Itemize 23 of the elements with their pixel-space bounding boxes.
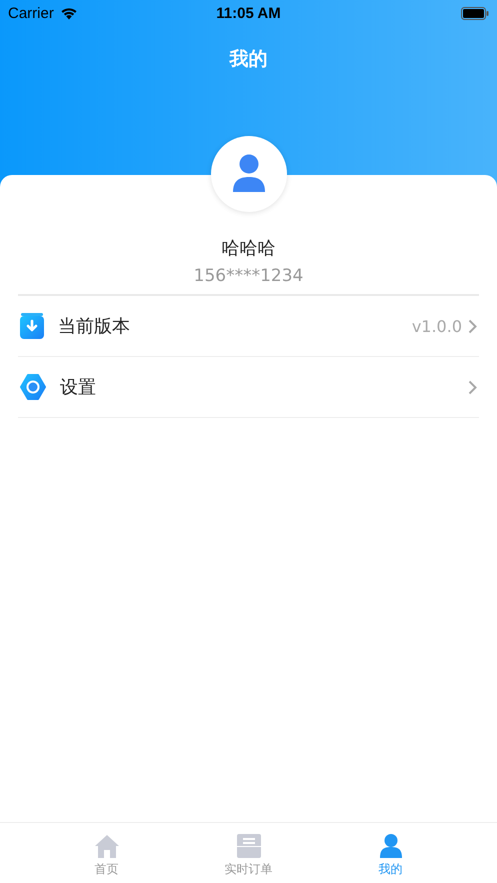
person-icon [380,834,402,858]
clock-time: 11:05 AM [216,4,281,22]
gear-icon [20,374,46,400]
battery-icon [461,6,489,20]
tab[interactable]: 我的 [350,823,430,883]
menu-item[interactable]: 设置 [18,357,479,418]
menu-label: 当前版本 [58,315,130,338]
user-name: 哈哈哈 [222,237,276,260]
download-icon [20,313,44,339]
carrier-label: Carrier [8,4,54,22]
chevron-right-icon [468,318,477,334]
phone-number: 156****1234 [194,266,304,286]
wifi-icon [60,6,78,20]
menu-item[interactable]: 当前版本 v1.0.0 [18,296,479,357]
document-icon [236,834,260,858]
tab[interactable]: 实时订单 [208,823,288,883]
menu-label: 设置 [60,376,96,399]
chevron-right-icon [468,380,477,394]
tab[interactable]: 首页 [66,823,146,883]
page-title: 我的 [230,47,268,72]
person-icon [232,154,266,194]
home-icon [94,835,118,858]
version-number: v1.0.0 [412,316,462,336]
